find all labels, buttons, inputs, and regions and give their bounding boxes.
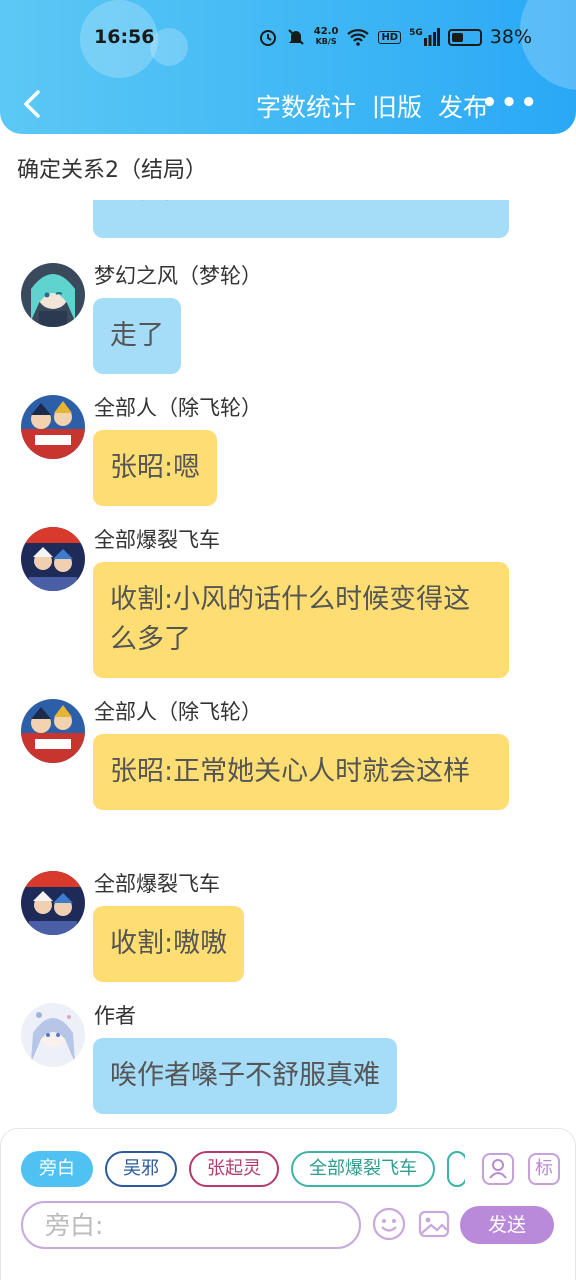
network-type-label: 5G [409, 28, 423, 38]
avatar[interactable] [21, 699, 85, 763]
message-text: 走了 [110, 320, 164, 351]
message-bubble[interactable]: 收割:小风的话什么时候变得这么多了 [93, 562, 509, 678]
sender-name: 全部人（除飞轮） [94, 700, 262, 724]
nav-bar: 字数统计 旧版 发布 ••• [0, 80, 576, 130]
role-chip-narration[interactable]: 旁白 [21, 1151, 93, 1187]
sender-name: 全部人（除飞轮） [94, 396, 262, 420]
avatar-image [21, 1003, 85, 1067]
status-icons: 42.0 KB/S HD 5G 38% [258, 26, 532, 48]
message-bubble[interactable]: 走了 [93, 298, 181, 374]
message-bubble[interactable]: 张昭:嗯 [93, 430, 218, 506]
send-button[interactable]: 发送 [460, 1206, 554, 1244]
composer: 旁白 吴邪 张起灵 全部爆裂飞车 标 发送 [0, 1128, 576, 1280]
network-speed: 42.0 KB/S [314, 27, 339, 47]
network-speed-unit: KB/S [315, 37, 337, 46]
message-text: 才停） [110, 200, 492, 210]
network-speed-value: 42.0 [313, 26, 339, 37]
wifi-icon [347, 29, 370, 46]
chapter-title: 确定关系2（结局） [17, 158, 207, 183]
message-text: 唉作者嗓子不舒服真难 [110, 1060, 380, 1091]
avatar[interactable] [21, 527, 85, 591]
chat-area[interactable]: 才停） 梦幻之风（梦轮） 走了 全部人（除飞轮） 张昭:嗯 全部爆裂飞车 收割:… [0, 200, 576, 1125]
message-text: 张昭:嗯 [110, 452, 201, 483]
nav-actions: 字数统计 旧版 发布 [256, 88, 488, 124]
avatar[interactable] [21, 395, 85, 459]
alarm-icon [259, 30, 276, 46]
more-options-button[interactable]: ••• [481, 88, 540, 118]
avatar-image [21, 395, 85, 459]
hd-badge: HD [378, 30, 402, 44]
avatar[interactable] [21, 263, 85, 327]
chevron-left-icon [24, 90, 40, 118]
sender-name: 全部爆裂飞车 [94, 872, 220, 896]
mute-bell-icon [288, 29, 304, 45]
role-chip-partial[interactable] [447, 1151, 465, 1187]
role-manage-button[interactable] [482, 1153, 514, 1185]
avatar-image [21, 527, 85, 591]
battery-icon [447, 28, 482, 46]
person-icon [489, 1159, 507, 1179]
message-text: 张昭:正常她关心人时就会这样 [110, 756, 471, 787]
avatar[interactable] [21, 871, 85, 935]
avatar-image [21, 871, 85, 935]
status-bar: 16:56 42.0 KB/S HD 5G 38% [0, 18, 576, 58]
status-time: 16:56 [94, 26, 155, 48]
message-input[interactable] [23, 1203, 359, 1247]
signal-strength: 5G [409, 28, 440, 46]
word-count-button[interactable]: 字数统计 [256, 88, 356, 124]
sender-name: 全部爆裂飞车 [94, 528, 220, 552]
role-chip-all-racers[interactable]: 全部爆裂飞车 [291, 1151, 435, 1187]
message-bubble[interactable]: 收割:嗷嗷 [93, 906, 245, 982]
message-text: 收割:嗷嗷 [110, 928, 228, 959]
image-icon[interactable] [417, 1207, 451, 1241]
message-bubble[interactable]: 才停） [93, 200, 509, 238]
emoji-icon[interactable] [372, 1207, 406, 1241]
old-version-button[interactable]: 旧版 [372, 88, 422, 124]
role-chip-wuxie[interactable]: 吴邪 [105, 1151, 177, 1187]
avatar-image [21, 263, 85, 327]
signal-bars-icon [423, 28, 440, 46]
back-button[interactable] [18, 84, 48, 124]
message-text: 收割:小风的话什么时候变得这么多了 [110, 584, 471, 655]
message-bubble[interactable]: 张昭:正常她关心人时就会这样 [93, 734, 509, 810]
avatar-image [21, 699, 85, 763]
battery-percent: 38% [489, 26, 532, 48]
role-chip-zhangqiling[interactable]: 张起灵 [189, 1151, 279, 1187]
message-input-box[interactable] [21, 1201, 361, 1249]
sender-name: 梦幻之风（梦轮） [94, 264, 262, 288]
app-header: 16:56 42.0 KB/S HD 5G 38% 字数统计 旧版 发布 ••• [0, 0, 576, 134]
sender-name: 作者 [94, 1004, 136, 1028]
avatar[interactable] [21, 1003, 85, 1067]
role-chips: 旁白 吴邪 张起灵 全部爆裂飞车 [21, 1151, 465, 1191]
message-bubble[interactable]: 唉作者嗓子不舒服真难 [93, 1038, 397, 1114]
tag-button[interactable]: 标 [528, 1153, 560, 1185]
